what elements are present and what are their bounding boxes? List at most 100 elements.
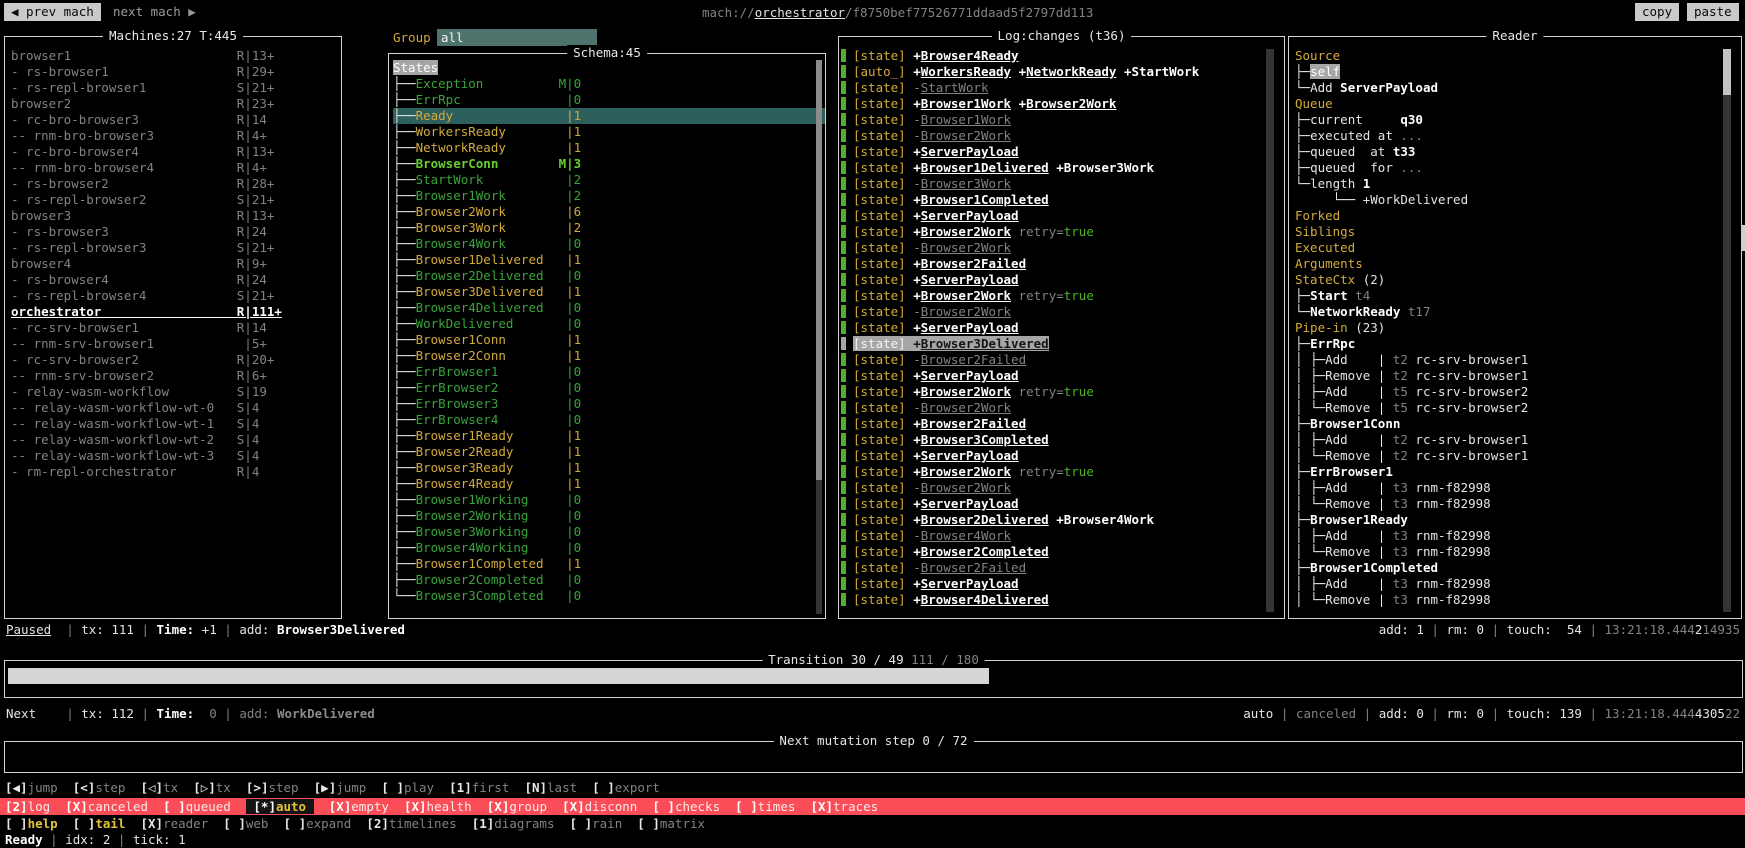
schema-row[interactable]: ├──Exception M|0 — [393, 76, 825, 92]
reader-row[interactable]: Forked — [1295, 208, 1741, 224]
log-row[interactable]: [state] -Browser2Work — [841, 304, 1284, 320]
machine-row[interactable]: - rs-browser1 R|29+ — [11, 64, 341, 80]
reader-row[interactable]: StateCtx (2) — [1295, 272, 1741, 288]
window-scrollbar-thumb[interactable] — [1741, 225, 1745, 251]
machine-row[interactable]: -- relay-wasm-workflow-wt-3 S|4 — [11, 448, 341, 464]
toggle-matrix[interactable]: [ ]matrix — [637, 816, 705, 831]
log-row[interactable]: [state] -Browser2Failed — [841, 560, 1284, 576]
schema-row[interactable]: ├──Browser2Conn |1 — [393, 348, 825, 364]
schema-row[interactable]: ├──Browser2Working |0 — [393, 508, 825, 524]
reader-row[interactable]: Arguments — [1295, 256, 1741, 272]
schema-row[interactable]: ├──Browser2Delivered |0 — [393, 268, 825, 284]
reader-row[interactable]: │ └─Remove | t3 rnm-f82998 — [1295, 496, 1741, 512]
toggle-rain[interactable]: [ ]rain — [570, 816, 623, 831]
toggle-canceled[interactable]: [X]canceled — [65, 799, 148, 814]
schema-row[interactable]: ├──Browser3Working |0 — [393, 524, 825, 540]
reader-row[interactable]: ├─Browser1Conn — [1295, 416, 1741, 432]
nav-step[interactable]: [<]step — [73, 780, 126, 795]
log-row[interactable]: [state] -Browser3Work — [841, 176, 1284, 192]
nav-last[interactable]: [N]last — [524, 780, 577, 795]
reader-row[interactable]: │ └─Remove | t5 rc-srv-browser2 — [1295, 400, 1741, 416]
log-row[interactable]: [state] -Browser2Work — [841, 480, 1284, 496]
machine-row[interactable]: browser3 R|13+ — [11, 208, 341, 224]
reader-row[interactable]: │ ├─Add | t3 rnm-f82998 — [1295, 576, 1741, 592]
toggle-disconn[interactable]: [X]disconn — [562, 799, 637, 814]
log-row[interactable]: [state] -Browser2Work — [841, 400, 1284, 416]
toggle-diagrams[interactable]: [1]diagrams — [472, 816, 555, 831]
machine-row[interactable]: -- rnm-srv-browser1 |5+ — [11, 336, 341, 352]
machine-row[interactable]: -- relay-wasm-workflow-wt-2 S|4 — [11, 432, 341, 448]
schema-row[interactable]: ├──ErrBrowser2 |0 — [393, 380, 825, 396]
toggle-health[interactable]: [X]health — [404, 799, 472, 814]
reader-row[interactable]: │ ├─Add | t5 rc-srv-browser2 — [1295, 384, 1741, 400]
nav-export[interactable]: [ ]export — [592, 780, 660, 795]
reader-row[interactable]: ├─self — [1295, 64, 1741, 80]
schema-row[interactable]: ├──BrowserConn M|3 — [393, 156, 825, 172]
nav-tx[interactable]: [▷]tx — [193, 780, 231, 795]
log-row[interactable]: [state] -Browser1Work — [841, 112, 1284, 128]
reader-row[interactable]: Siblings — [1295, 224, 1741, 240]
group-input[interactable]: all — [437, 29, 597, 46]
schema-row[interactable]: ├──StartWork |2 — [393, 172, 825, 188]
log-row[interactable]: [state] -Browser2Failed — [841, 352, 1284, 368]
machine-row[interactable]: -- rnm-bro-browser4 R|4+ — [11, 160, 341, 176]
log-row[interactable]: [state] +Browser2Work retry=true — [841, 464, 1284, 480]
log-row[interactable]: [state] +Browser2Work retry=true — [841, 384, 1284, 400]
reader-row[interactable]: Queue — [1295, 96, 1741, 112]
toggle-reader[interactable]: [X]reader — [141, 816, 209, 831]
schema-row[interactable]: ├──Browser4Work |0 — [393, 236, 825, 252]
reader-scrollbar[interactable] — [1723, 49, 1731, 612]
machine-row[interactable]: - rc-bro-browser3 R|14 — [11, 112, 341, 128]
reader-row[interactable]: └─length 1 — [1295, 176, 1741, 192]
toggle-web[interactable]: [ ]web — [223, 816, 268, 831]
reader-row[interactable]: │ ├─Add | t2 rc-srv-browser1 — [1295, 352, 1741, 368]
schema-row[interactable]: ├──Browser3Ready |1 — [393, 460, 825, 476]
log-row[interactable]: [state] +Browser3Completed — [841, 432, 1284, 448]
machine-row[interactable]: - rs-repl-browser4 S|21+ — [11, 288, 341, 304]
machine-row[interactable]: - relay-wasm-workflow S|19 — [11, 384, 341, 400]
machine-row[interactable]: - rs-browser4 R|24 — [11, 272, 341, 288]
schema-row[interactable]: ├──ErrRpc |0 — [393, 92, 825, 108]
log-row[interactable]: [state] -Browser2Work — [841, 128, 1284, 144]
log-row[interactable]: [state] +ServerPayload — [841, 496, 1284, 512]
reader-row[interactable]: Source — [1295, 48, 1741, 64]
machine-row[interactable]: - rm-repl-orchestrator R|4 — [11, 464, 341, 480]
log-row[interactable]: [state] +Browser1Delivered +Browser3Work — [841, 160, 1284, 176]
machine-row[interactable]: - rc-srv-browser2 R|20+ — [11, 352, 341, 368]
machine-row[interactable]: -- relay-wasm-workflow-wt-0 S|4 — [11, 400, 341, 416]
reader-row[interactable]: │ └─Remove | t3 rnm-f82998 — [1295, 592, 1741, 608]
reader-row[interactable]: │ ├─Add | t3 rnm-f82998 — [1295, 528, 1741, 544]
reader-row[interactable]: ├─Browser1Completed — [1295, 560, 1741, 576]
toggle-help[interactable]: [ ]help — [5, 816, 58, 831]
machine-row[interactable]: browser2 R|23+ — [11, 96, 341, 112]
machine-row[interactable]: browser4 R|9+ — [11, 256, 341, 272]
toggle-empty[interactable]: [X]empty — [329, 799, 389, 814]
log-row[interactable]: [state] +ServerPayload — [841, 320, 1284, 336]
reader-row[interactable]: └─NetworkReady t17 — [1295, 304, 1741, 320]
reader-row[interactable]: Executed — [1295, 240, 1741, 256]
log-row[interactable]: [state] +Browser1Work +Browser2Work — [841, 96, 1284, 112]
log-row-selected[interactable]: [state] +Browser3Delivered — [841, 336, 1284, 352]
machine-row[interactable]: - rs-repl-browser3 S|21+ — [11, 240, 341, 256]
schema-row[interactable]: ├──ErrBrowser3 |0 — [393, 396, 825, 412]
log-row[interactable]: [state] +Browser2Work retry=true — [841, 288, 1284, 304]
toggle-queued[interactable]: [ ]queued — [163, 799, 231, 814]
schema-row[interactable]: ├──NetworkReady |1 — [393, 140, 825, 156]
log-row[interactable]: [auto_] +WorkersReady +NetworkReady +Sta… — [841, 64, 1284, 80]
reader-row[interactable]: │ ├─Add | t3 rnm-f82998 — [1295, 480, 1741, 496]
schema-row[interactable]: ├──Browser2Work |6 — [393, 204, 825, 220]
machine-row[interactable]: - rc-bro-browser4 R|13+ — [11, 144, 341, 160]
schema-scrollbar-thumb[interactable] — [816, 60, 822, 480]
schema-row[interactable]: ├──Browser1Delivered |1 — [393, 252, 825, 268]
log-row[interactable]: [state] -Browser2Work — [841, 240, 1284, 256]
log-row[interactable]: [state] +ServerPayload — [841, 576, 1284, 592]
schema-row[interactable]: ├──Browser4Ready |1 — [393, 476, 825, 492]
reader-row[interactable]: ├─queued for ... — [1295, 160, 1741, 176]
paste-button[interactable]: paste — [1687, 3, 1739, 21]
machine-row[interactable]: - rc-srv-browser1 R|14 — [11, 320, 341, 336]
schema-row[interactable]: ├──Browser4Delivered |0 — [393, 300, 825, 316]
schema-row[interactable]: ├──Ready |1 — [393, 108, 825, 124]
nav-tx[interactable]: [◁]tx — [141, 780, 179, 795]
log-row[interactable]: [state] -Browser4Work — [841, 528, 1284, 544]
schema-row[interactable]: ├──Browser1Ready |1 — [393, 428, 825, 444]
